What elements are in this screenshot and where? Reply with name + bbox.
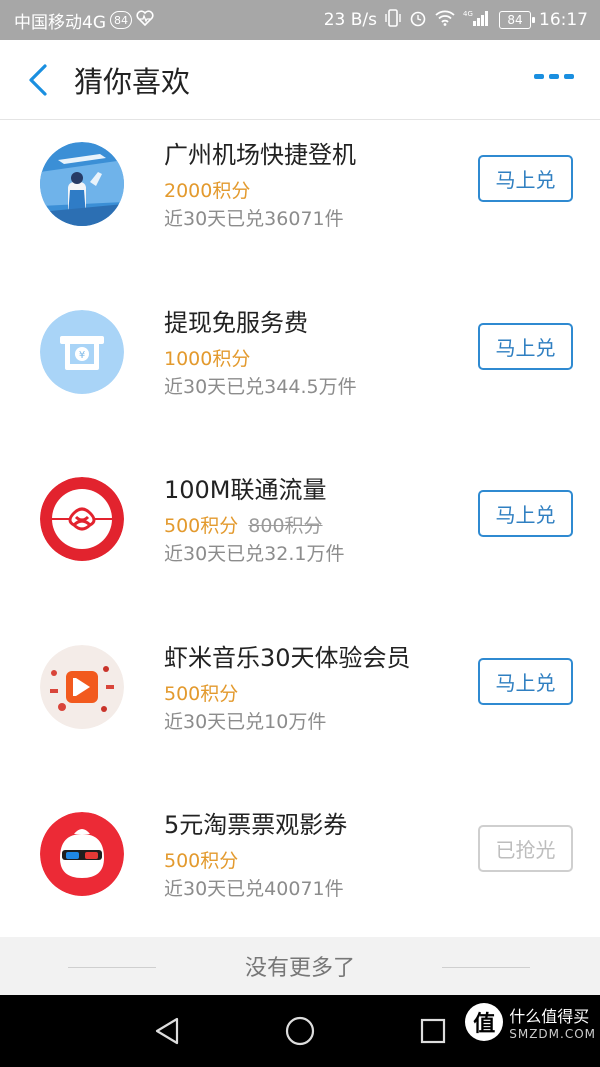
status-left: 中国移动4G 84 [14,8,154,33]
item-title: 100M联通流量 [164,476,327,504]
redeem-button[interactable]: 马上兑 [478,155,573,202]
atm-yuan-icon: ¥ [40,309,124,394]
item-points: 500积分 [164,846,238,873]
clock: 16:17 [539,10,588,30]
divider-left [68,967,156,968]
cell-signal-icon: 4G [463,9,491,31]
item-points: 500积分 800积分 [164,511,323,538]
list-footer: 没有更多了 [0,937,600,995]
battery-icon: 84 [499,11,535,29]
redeem-button[interactable]: 马上兑 [478,657,573,705]
list-item[interactable]: ¥ 提现免服务费 1000积分 近30天已兑344.5万件 马上兑 [0,289,600,457]
item-title: 5元淘票票观影券 [164,811,348,839]
item-stats: 近30天已兑344.5万件 [164,375,357,398]
redeem-button[interactable]: 马上兑 [478,490,573,537]
watermark-cn: 什么值得买 [509,1007,590,1026]
more-dots-icon[interactable] [534,74,574,79]
smzdm-logo: 值 [465,1003,504,1041]
back-triangle-icon[interactable] [147,1011,187,1051]
page-title: 猜你喜欢 [74,64,191,99]
item-stats: 近30天已兑36071件 [164,208,344,230]
original-points: 800积分 [248,515,323,537]
vibrate-icon [385,9,401,31]
status-right: 23 B/s 4G 84 16:17 [324,9,588,31]
watermark-en: SMZDM.COM [509,1027,596,1041]
airport-boarding-icon [40,142,124,226]
points-value: 500积分 [164,850,239,872]
list-item[interactable]: 虾米音乐30天体验会员 500积分 近30天已兑10万件 马上兑 [0,624,600,792]
xiami-music-icon [40,644,124,729]
taopiaopiao-icon [40,812,124,896]
points-value: 1000积分 [164,347,251,370]
system-nav-bar: 值 什么值得买 SMZDM.COM [0,995,600,1067]
item-title: 广州机场快捷登机 [164,141,356,169]
carrier-badge: 84 [110,11,132,29]
item-stats: 近30天已兑10万件 [164,710,327,733]
divider-right [442,967,530,968]
no-more-label: 没有更多了 [244,956,355,981]
list-item[interactable]: 5元淘票票观影券 500积分 近30天已兑40071件 已抢光 [0,791,600,959]
svg-text:4G: 4G [463,10,473,18]
alarm-icon [409,9,427,31]
sold-out-button: 已抢光 [478,825,573,872]
item-points: 2000积分 [164,176,250,203]
points-value: 500积分 [164,682,239,705]
home-circle-icon[interactable] [280,1011,320,1051]
svg-text:¥: ¥ [79,350,85,361]
item-points: 1000积分 [164,344,250,371]
points-value: 2000积分 [164,180,251,202]
carrier-label: 中国移动4G [14,12,106,33]
chevron-left-icon[interactable] [8,40,68,120]
wifi-icon [435,10,455,30]
status-bar: 中国移动4G 84 23 B/s 4G 84 16:17 [0,0,600,40]
item-title: 提现免服务费 [164,308,308,337]
points-value: 500积分 [164,515,239,537]
china-unicom-icon [40,477,124,561]
recents-square-icon[interactable] [413,1011,453,1051]
app-header: 猜你喜欢 [0,40,600,120]
item-title: 虾米音乐30天体验会员 [164,643,411,672]
item-stats: 近30天已兑32.1万件 [164,543,345,565]
item-points: 500积分 [164,679,238,706]
list-item[interactable]: 广州机场快捷登机 2000积分 近30天已兑36071件 马上兑 [0,121,600,289]
redeem-button[interactable]: 马上兑 [478,322,573,370]
heart-rate-icon [136,10,154,30]
list-item[interactable]: 100M联通流量 500积分 800积分 近30天已兑32.1万件 马上兑 [0,456,600,624]
watermark: 值 什么值得买 SMZDM.COM [465,1003,596,1041]
network-speed: 23 B/s [323,10,377,30]
reward-list: 广州机场快捷登机 2000积分 近30天已兑36071件 马上兑 ¥ 提现免服务… [0,121,600,959]
item-stats: 近30天已兑40071件 [164,878,344,900]
